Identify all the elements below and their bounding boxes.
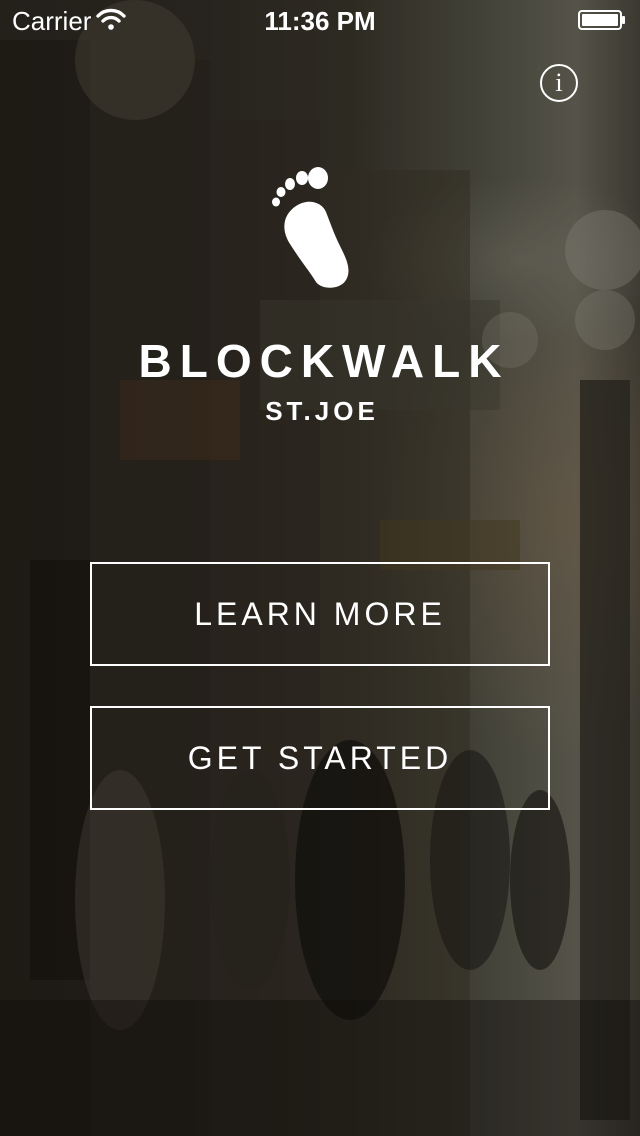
app-title: BLOCKWALK <box>138 335 510 387</box>
battery-icon <box>578 10 625 30</box>
splash-screen: Carrier 11:36 PM i BLOCKWALK ST.JOE LEAR… <box>0 0 640 1136</box>
get-started-button[interactable]: GET STARTED <box>90 706 550 810</box>
info-button[interactable]: i <box>540 64 578 102</box>
status-time: 11:36 PM <box>264 6 376 36</box>
learn-more-button[interactable]: LEARN MORE <box>90 562 550 666</box>
footprint-icon <box>272 167 349 288</box>
app-subtitle: ST.JOE <box>265 396 379 426</box>
status-bar: Carrier 11:36 PM <box>0 0 640 40</box>
info-icon: i <box>555 68 563 97</box>
